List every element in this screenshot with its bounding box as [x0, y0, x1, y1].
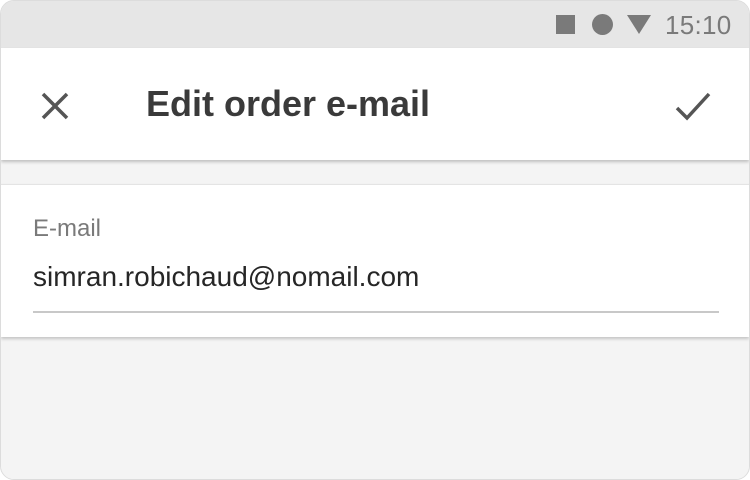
email-field-underline — [33, 311, 719, 313]
signal-triangle-icon — [627, 15, 651, 34]
stop-square-icon — [556, 15, 575, 34]
close-icon — [41, 92, 69, 120]
email-field[interactable] — [33, 257, 719, 297]
confirm-button[interactable] — [665, 78, 721, 134]
close-button[interactable] — [27, 78, 83, 134]
page-title: Edit order e-mail — [146, 83, 431, 124]
status-time: 15:10 — [665, 10, 732, 40]
section-spacer — [1, 160, 749, 184]
email-field-label: E-mail — [33, 215, 102, 242]
email-form-card: E-mail — [1, 184, 749, 337]
device-frame: 15:10 Edit order e-mail E-mail — [0, 0, 750, 480]
status-bar: 15:10 — [1, 1, 749, 48]
empty-content-area — [1, 337, 749, 479]
check-icon — [675, 92, 711, 121]
app-bar: Edit order e-mail — [1, 48, 749, 160]
record-circle-icon — [592, 14, 613, 35]
